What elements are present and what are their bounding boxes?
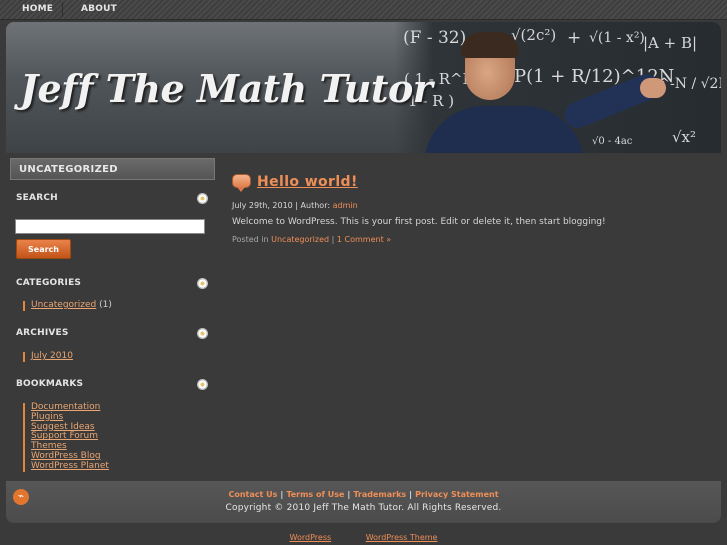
post-author-label: Author: bbox=[300, 201, 331, 210]
bookmarks-list: Documentation Plugins Suggest Ideas Supp… bbox=[23, 402, 109, 472]
copyright: Copyright © 2010 Jeff The Math Tutor. Al… bbox=[225, 503, 502, 513]
category-count: (1) bbox=[99, 300, 112, 310]
post-body: Welcome to WordPress. This is your first… bbox=[232, 217, 606, 227]
top-nav: HOME ABOUT bbox=[0, 0, 727, 20]
bookmarks-widget-title: BOOKMARKS bbox=[16, 379, 84, 389]
tutor-hand bbox=[640, 78, 666, 98]
credit-link-theme[interactable]: WordPress Theme bbox=[366, 533, 438, 542]
credits: WordPress WordPress Theme bbox=[0, 533, 727, 542]
credit-link-wordpress[interactable]: WordPress bbox=[290, 533, 332, 542]
category-link[interactable]: Uncategorized bbox=[31, 300, 96, 310]
bookmark-link[interactable]: WordPress Planet bbox=[31, 461, 109, 471]
footer-link-trademarks[interactable]: Trademarks bbox=[353, 490, 406, 499]
footer-link-terms[interactable]: Terms of Use bbox=[286, 490, 344, 499]
equation: (F - 32) bbox=[403, 28, 467, 48]
equation: √x² bbox=[672, 128, 697, 146]
search-widget-title: SEARCH bbox=[16, 193, 58, 203]
posted-in-label: Posted in bbox=[232, 235, 269, 244]
header-banner[interactable]: (F - 32) √(2c²) + √(1 - x²) |A + B| ( 1 … bbox=[6, 22, 721, 153]
archive-link[interactable]: July 2010 bbox=[31, 351, 73, 361]
archives-widget-title: ARCHIVES bbox=[16, 328, 69, 338]
flower-icon bbox=[197, 328, 208, 339]
speech-bubble-icon bbox=[232, 174, 251, 192]
bookmark-link[interactable]: Suggest Ideas bbox=[31, 422, 95, 432]
footer: ⌁ Contact Us | Terms of Use | Trademarks | Pri… bbox=[6, 481, 721, 523]
bookmark-link[interactable]: Documentation bbox=[31, 402, 100, 412]
list-item: July 2010 bbox=[23, 351, 73, 362]
tutor-hair bbox=[461, 32, 519, 58]
post-footer: Posted in Uncategorized | 1 Comment » bbox=[232, 235, 392, 244]
categories-list: Uncategorized (1) bbox=[23, 300, 112, 311]
post-meta: July 29th, 2010 | Author: admin bbox=[232, 201, 358, 210]
bookmark-link[interactable]: Support Forum bbox=[31, 431, 98, 441]
footer-link-contact[interactable]: Contact Us bbox=[228, 490, 277, 499]
search-input[interactable] bbox=[15, 219, 205, 234]
nav-home-link[interactable]: HOME bbox=[22, 4, 53, 14]
bookmark-link[interactable]: Themes bbox=[31, 441, 67, 451]
list-item: WordPress Planet bbox=[23, 461, 109, 472]
category-tab[interactable]: UNCATEGORIZED bbox=[10, 158, 215, 180]
post-category-link[interactable]: Uncategorized bbox=[271, 235, 329, 244]
bookmark-link[interactable]: Plugins bbox=[31, 412, 63, 422]
equation: |A + B| bbox=[643, 34, 698, 52]
post-comments-link[interactable]: 1 Comment » bbox=[337, 235, 391, 244]
equation: √(2c²) bbox=[511, 26, 557, 44]
bookmark-link[interactable]: WordPress Blog bbox=[31, 451, 101, 461]
flower-icon bbox=[197, 278, 208, 289]
equation: + bbox=[567, 28, 582, 48]
footer-links: Contact Us | Terms of Use | Trademarks | Priva… bbox=[228, 490, 499, 499]
nav-about-link[interactable]: ABOUT bbox=[81, 4, 117, 14]
post-title[interactable]: Hello world! bbox=[257, 174, 358, 190]
equation: √0 - 4ac bbox=[592, 136, 633, 147]
flower-icon bbox=[197, 379, 208, 390]
equation: √(1 - x²) bbox=[589, 30, 645, 46]
list-item: Uncategorized (1) bbox=[23, 300, 112, 311]
site-title: Jeff The Math Tutor bbox=[20, 66, 433, 111]
archives-list: July 2010 bbox=[23, 351, 73, 362]
post-author-link[interactable]: admin bbox=[333, 201, 358, 210]
post-date: July 29th, 2010 bbox=[232, 201, 293, 210]
nav-divider bbox=[62, 2, 63, 17]
search-button[interactable]: Search bbox=[16, 239, 71, 259]
flower-icon bbox=[197, 193, 208, 204]
footer-link-privacy[interactable]: Privacy Statement bbox=[415, 490, 498, 499]
categories-widget-title: CATEGORIES bbox=[16, 278, 82, 288]
